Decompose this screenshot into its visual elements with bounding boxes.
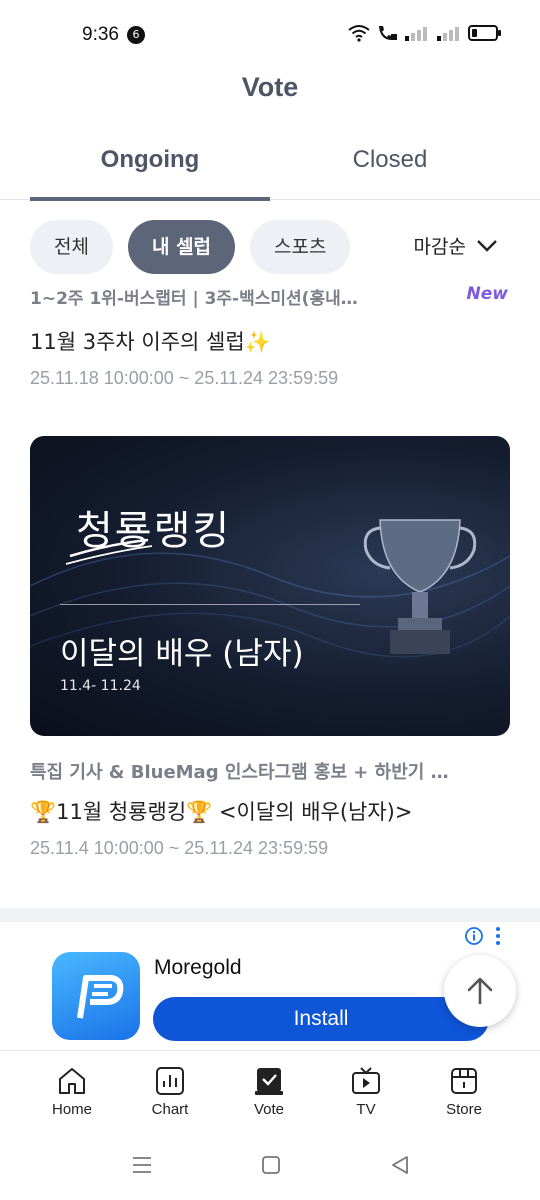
tab-ongoing[interactable]: Ongoing [30,146,270,174]
notification-count-badge: 6 [127,26,145,44]
ad-app-icon[interactable] [52,952,140,1040]
bottom-nav: Home Chart Vote TV Store [0,1050,540,1130]
nav-label: Chart [151,1101,189,1118]
trophy-icon [363,519,477,654]
new-badge: New [466,284,508,304]
nav-label: Vote [253,1101,285,1118]
tab-closed[interactable]: Closed [270,146,510,174]
home-icon [59,1068,85,1094]
vote-subtitle: 1~2주 1위-버스랩터 | 3주-백스미션(홍내… [30,289,358,309]
back-icon[interactable] [389,1154,411,1176]
wifi-icon [348,25,370,42]
banner-subtitle: 이달의 배우 (남자) [60,636,304,672]
filter-chip-sports[interactable]: 스포츠 [250,220,351,274]
nav-chart[interactable]: Chart [120,1065,220,1118]
nav-label: Store [446,1101,482,1118]
vote-title[interactable]: 11월 3주차 이주의 셀럽✨ [30,326,271,356]
sort-label: 마감순 [413,236,466,258]
vote-tabs: Ongoing Closed [0,140,540,201]
nav-tv[interactable]: TV [316,1065,416,1118]
install-button[interactable]: Install [153,997,489,1041]
status-bar: 9:36 6 [0,0,540,70]
nav-label: TV [356,1101,376,1118]
vote-title[interactable]: 🏆11월 청룡랭킹🏆 <이달의 배우(남자)> [30,796,412,826]
banner-divider [60,604,360,605]
vote-date: 25.11.4 10:00:00 ~ 25.11.24 23:59:59 [30,838,329,858]
nav-vote[interactable]: Vote [219,1065,319,1118]
store-icon [451,1068,477,1094]
scroll-to-top-button[interactable] [444,955,516,1027]
vote-date: 25.11.18 10:00:00 ~ 25.11.24 23:59:59 [30,368,339,388]
moregold-logo-icon [77,975,124,1019]
sort-dropdown[interactable]: 마감순 [414,232,498,259]
arrow-up-icon [467,977,493,1005]
ad-app-name: Moregold [154,956,242,979]
banner-date-range: 11.4- 11.24 [60,678,141,694]
nav-label: Home [51,1101,92,1118]
status-icons [348,24,502,42]
signal-icon [405,27,427,41]
battery-icon [468,25,501,41]
section-divider [0,908,540,922]
chevron-down-icon [477,239,497,252]
nav-home[interactable]: Home [22,1065,122,1118]
status-time: 9:36 [82,24,119,45]
vote-subtitle: 특집 기사 & BlueMag 인스타그램 홍보 + 하반기 … [30,762,449,783]
signal-icon-2 [437,27,459,41]
home-button-icon[interactable] [260,1154,282,1176]
page-title: Vote [241,72,299,102]
more-vertical-icon[interactable] [492,926,504,946]
recent-apps-icon[interactable] [131,1154,153,1176]
category-filters: 전체 내 셀럽 스포츠 [30,220,351,274]
system-nav-bar [0,1140,540,1200]
info-icon[interactable] [464,926,484,946]
vote-banner-image[interactable]: 청룡랭킹 이달의 배우 (남자) 11.4- 11.24 [30,436,510,736]
vote-icon [255,1068,283,1095]
chart-icon [156,1067,184,1095]
filter-chip-my-celeb[interactable]: 내 셀럽 [127,220,236,274]
call-icon [379,26,397,40]
banner-title: 청룡랭킹 [76,508,232,554]
filter-chip-all[interactable]: 전체 [30,220,113,274]
active-tab-indicator [30,197,270,201]
tv-icon [352,1067,380,1094]
nav-store[interactable]: Store [414,1065,514,1118]
